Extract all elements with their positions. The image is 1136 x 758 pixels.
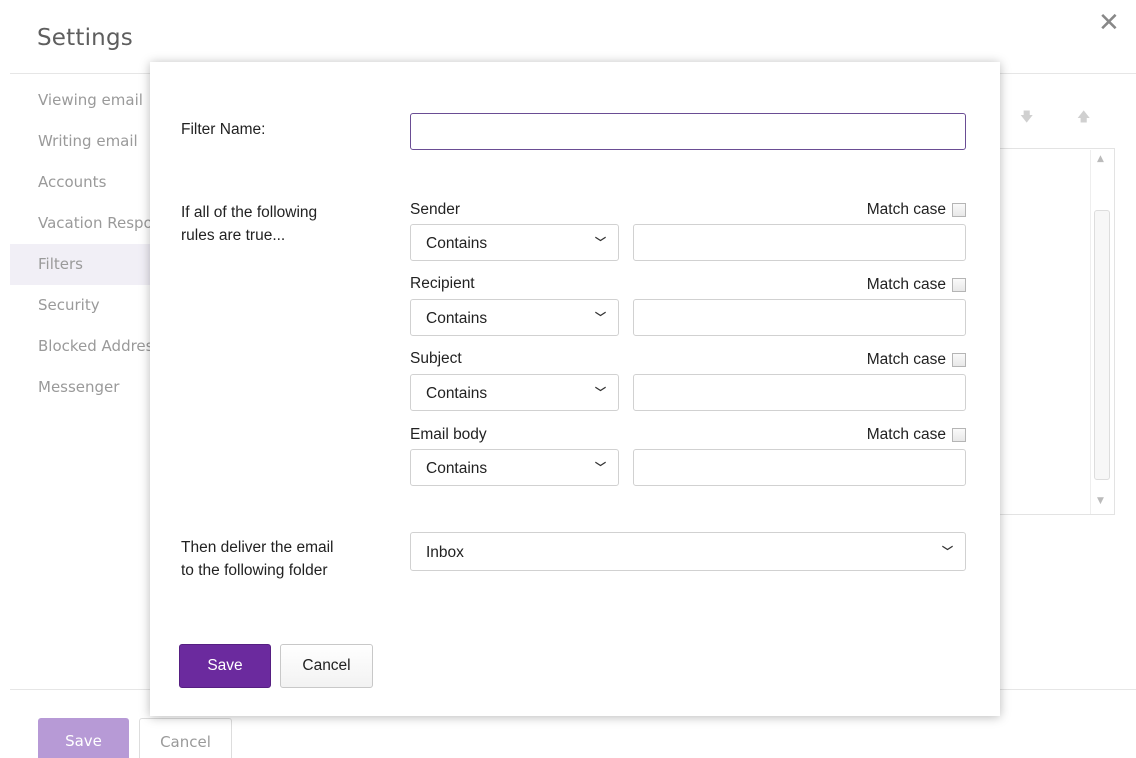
match-case-email-body[interactable]: Match case bbox=[840, 426, 966, 444]
rules-label: If all of the following rules are true..… bbox=[181, 201, 317, 247]
scrollbar-thumb[interactable] bbox=[1094, 210, 1110, 480]
settings-save-button[interactable]: Save bbox=[38, 718, 129, 758]
match-case-sender[interactable]: Match case bbox=[840, 201, 966, 219]
rule-field-recipient: Recipient bbox=[410, 275, 475, 292]
deliver-label-line-2: to the following folder bbox=[181, 562, 328, 579]
match-case-subject[interactable]: Match case bbox=[840, 351, 966, 369]
sidebar-item-filters[interactable]: Filters bbox=[10, 244, 170, 285]
scroll-up-icon[interactable]: ▲ bbox=[1097, 154, 1104, 164]
match-case-checkbox-email-body[interactable] bbox=[952, 428, 966, 442]
match-case-label: Match case bbox=[866, 351, 946, 368]
settings-cancel-button[interactable]: Cancel bbox=[139, 718, 232, 758]
operator-select-email-body[interactable]: Contains ﹀ bbox=[410, 449, 619, 486]
deliver-label-line-1: Then deliver the email bbox=[181, 539, 334, 556]
chevron-down-icon: ﹀ bbox=[595, 237, 606, 249]
chevron-down-icon: ﹀ bbox=[595, 312, 606, 324]
match-case-label: Match case bbox=[866, 201, 946, 218]
folder-value: Inbox bbox=[426, 544, 464, 561]
rule-value-input-email-body[interactable] bbox=[633, 449, 966, 486]
rule-value-input-recipient[interactable] bbox=[633, 299, 966, 336]
deliver-label: Then deliver the email to the following … bbox=[181, 536, 334, 582]
operator-select-recipient[interactable]: Contains ﹀ bbox=[410, 299, 619, 336]
scroll-down-icon[interactable]: ▼ bbox=[1097, 496, 1104, 506]
operator-value: Contains bbox=[426, 385, 488, 402]
match-case-label: Match case bbox=[866, 426, 946, 443]
page-title: Settings bbox=[37, 25, 133, 51]
scrollbar[interactable]: ▲ ▼ bbox=[1090, 150, 1112, 514]
operator-value: Contains bbox=[426, 310, 488, 327]
settings-sidebar: Viewing email Writing email Accounts Vac… bbox=[10, 80, 170, 408]
sidebar-item-accounts[interactable]: Accounts bbox=[10, 162, 170, 203]
folder-select[interactable]: Inbox ﹀ bbox=[410, 532, 966, 571]
match-case-checkbox-sender[interactable] bbox=[952, 203, 966, 217]
chevron-down-icon: ﹀ bbox=[595, 462, 606, 474]
sidebar-item-writing-email[interactable]: Writing email bbox=[10, 121, 170, 162]
filter-dialog: Filter Name: If all of the following rul… bbox=[150, 62, 1000, 716]
sidebar-item-viewing-email[interactable]: Viewing email bbox=[10, 80, 170, 121]
rule-value-input-sender[interactable] bbox=[633, 224, 966, 261]
sidebar-item-blocked-addresses[interactable]: Blocked Addresses bbox=[10, 326, 170, 367]
move-up-icon[interactable]: 🡅 bbox=[1077, 108, 1090, 130]
filter-name-label: Filter Name: bbox=[181, 121, 266, 138]
match-case-label: Match case bbox=[866, 276, 946, 293]
rule-field-subject: Subject bbox=[410, 350, 462, 367]
filter-name-input[interactable] bbox=[410, 113, 966, 150]
operator-value: Contains bbox=[426, 235, 488, 252]
chevron-down-icon: ﹀ bbox=[595, 387, 606, 399]
operator-select-sender[interactable]: Contains ﹀ bbox=[410, 224, 619, 261]
chevron-down-icon: ﹀ bbox=[942, 546, 953, 558]
match-case-checkbox-subject[interactable] bbox=[952, 353, 966, 367]
save-button[interactable]: Save bbox=[179, 644, 271, 688]
move-down-icon[interactable]: 🡇 bbox=[1020, 108, 1033, 130]
sidebar-item-security[interactable]: Security bbox=[10, 285, 170, 326]
close-icon[interactable]: ✕ bbox=[1098, 10, 1120, 36]
rule-field-sender: Sender bbox=[410, 201, 460, 218]
rule-field-email-body: Email body bbox=[410, 426, 487, 443]
rules-label-line-1: If all of the following bbox=[181, 204, 318, 221]
cancel-button[interactable]: Cancel bbox=[280, 644, 373, 688]
sidebar-item-messenger[interactable]: Messenger bbox=[10, 367, 170, 408]
rules-label-line-2: rules are true... bbox=[181, 227, 286, 244]
operator-select-subject[interactable]: Contains ﹀ bbox=[410, 374, 619, 411]
match-case-recipient[interactable]: Match case bbox=[840, 276, 966, 294]
match-case-checkbox-recipient[interactable] bbox=[952, 278, 966, 292]
rule-value-input-subject[interactable] bbox=[633, 374, 966, 411]
sidebar-item-vacation-response[interactable]: Vacation Response bbox=[10, 203, 170, 244]
operator-value: Contains bbox=[426, 460, 488, 477]
